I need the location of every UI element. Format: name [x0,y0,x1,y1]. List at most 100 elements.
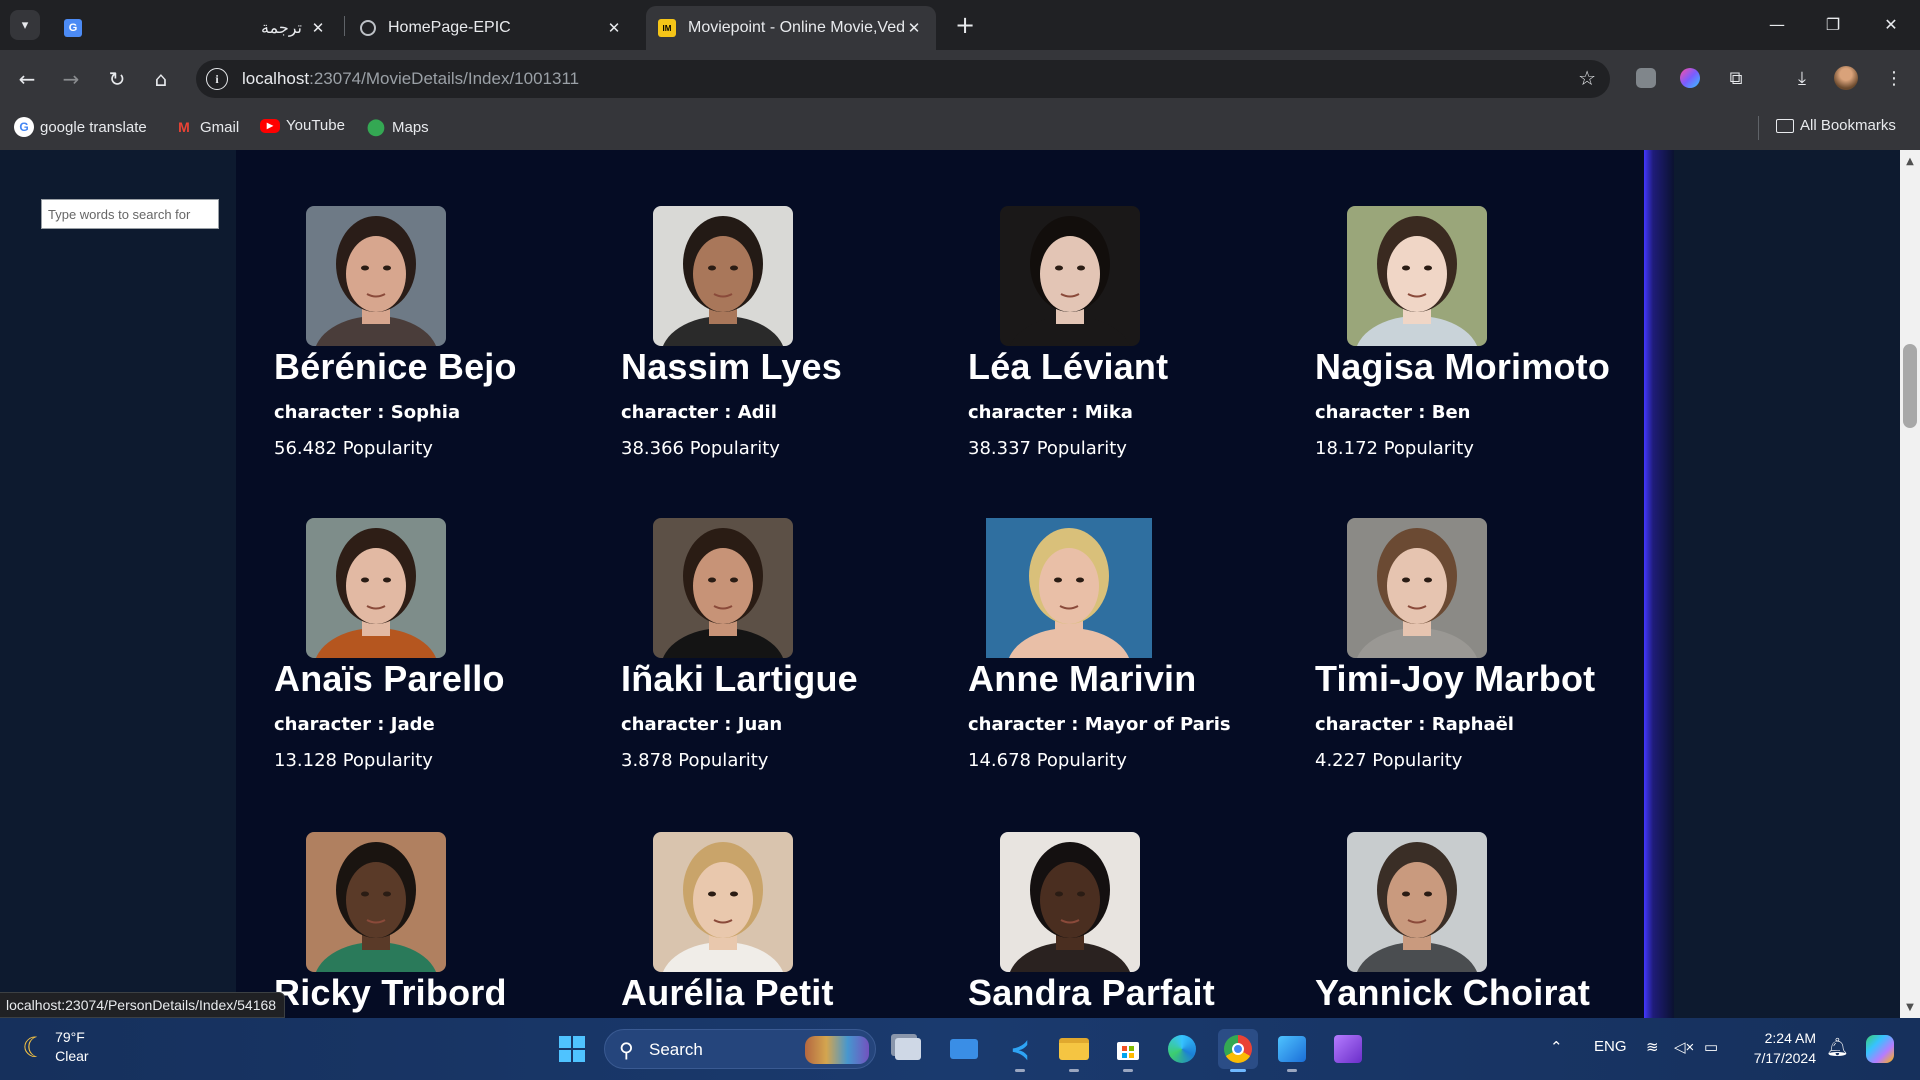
tab-moviepoint[interactable]: IM Moviepoint - Online Movie,Ved ✕ [646,6,936,50]
cast-name[interactable]: Nassim Lyes [621,346,842,388]
task-view-icon[interactable] [888,1029,928,1069]
volume-muted-icon[interactable]: ◁× [1674,1038,1694,1056]
tab-title: HomePage-EPIC [388,19,511,36]
tab-translate[interactable]: G ترجمة ✕ [52,6,340,50]
extensions-puzzle-icon[interactable]: ⧉ [1722,64,1750,92]
cast-photo[interactable] [1347,832,1487,972]
cast-card[interactable]: Ricky Tribord [274,832,594,1018]
tab-search-chevron-icon[interactable]: ▾ [10,10,40,40]
cast-photo[interactable] [1000,206,1140,346]
back-icon[interactable]: ← [12,64,42,94]
windows-start-icon[interactable] [552,1029,592,1069]
cast-name[interactable]: Bérénice Bejo [274,346,517,388]
cast-name[interactable]: Ricky Tribord [274,972,507,1014]
cast-card[interactable]: Timi-Joy Marbot character : Raphaël 4.227 … [1315,518,1635,788]
scroll-up-icon[interactable]: ▲ [1900,152,1920,170]
cast-card[interactable]: Anne Marivin character : Mayor of Paris 14… [968,518,1288,788]
close-tab-icon[interactable]: ✕ [904,19,924,37]
url-text[interactable]: localhost:23074/MovieDetails/Index/10013… [242,69,579,89]
bookmark-gmail[interactable]: M Gmail [174,117,239,137]
edge-icon[interactable] [1162,1029,1202,1069]
bookmark-google-translate[interactable]: G google translate [14,117,147,137]
cast-photo[interactable] [306,206,446,346]
close-tab-icon[interactable]: ✕ [604,19,624,37]
file-explorer-icon[interactable] [1054,1029,1094,1072]
language-indicator[interactable]: ENG [1594,1038,1627,1055]
home-icon[interactable]: ⌂ [146,64,176,94]
cast-card[interactable]: Bérénice Bejo character : Sophia 56.482 Po… [274,206,594,476]
cast-popularity: 14.678 Popularity [968,750,1127,771]
cast-card[interactable]: Iñaki Lartigue character : Juan 3.878 Popu… [621,518,941,788]
restore-icon[interactable]: ❐ [1810,6,1856,42]
microsoft-store-icon[interactable] [1108,1029,1148,1072]
cast-name[interactable]: Sandra Parfait [968,972,1215,1014]
cast-name[interactable]: Anaïs Parello [274,658,505,700]
cast-name[interactable]: Yannick Choirat [1315,972,1590,1014]
page-scrollbar[interactable] [1900,150,1920,1018]
link-status-tooltip: localhost:23074/PersonDetails/Index/5416… [0,992,286,1018]
battery-icon[interactable]: ▭ [1704,1038,1718,1056]
menu-kebab-icon[interactable]: ⋮ [1880,64,1908,92]
minimize-icon[interactable]: — [1754,6,1800,42]
address-bar[interactable]: i localhost:23074/MovieDetails/Index/100… [196,60,1610,98]
wifi-icon[interactable]: ≋ [1646,1038,1659,1056]
cast-name[interactable]: Aurélia Petit [621,972,834,1014]
cast-photo[interactable] [1347,518,1487,658]
cast-photo[interactable] [653,206,793,346]
search-input[interactable] [41,199,219,229]
cast-card[interactable]: Nassim Lyes character : Adil 38.366 Popula… [621,206,941,476]
photos-icon[interactable] [1272,1029,1312,1072]
forward-icon[interactable]: → [56,64,86,94]
cast-photo[interactable] [1347,206,1487,346]
cast-card[interactable]: Yannick Choirat [1315,832,1635,1018]
tab-homepage[interactable]: HomePage-EPIC ✕ [348,6,636,50]
cast-card[interactable]: Anaïs Parello character : Jade 13.128 Popu… [274,518,594,788]
copilot-extension-icon[interactable] [1676,64,1704,92]
site-info-icon[interactable]: i [206,68,228,90]
folder-icon [1776,118,1794,133]
close-tab-icon[interactable]: ✕ [308,19,328,37]
bookmark-star-icon[interactable]: ☆ [1578,66,1596,90]
profile-avatar[interactable] [1832,64,1860,92]
weather-widget[interactable]: ☾ 79°F Clear [22,1028,89,1066]
system-clock[interactable]: 2:24 AM 7/17/2024 [1744,1028,1816,1068]
cast-photo[interactable] [306,518,446,658]
cast-card[interactable]: Sandra Parfait [968,832,1288,1018]
download-icon[interactable]: ⤓ [1788,64,1816,92]
cast-photo[interactable] [1000,832,1140,972]
cast-card[interactable]: Aurélia Petit [621,832,941,1018]
mail-icon[interactable] [944,1029,984,1069]
reload-icon[interactable]: ↻ [102,64,132,94]
cast-name[interactable]: Timi-Joy Marbot [1315,658,1595,700]
bookmark-maps[interactable]: ⬤ Maps [366,117,429,137]
cast-name[interactable]: Iñaki Lartigue [621,658,858,700]
vscode-icon[interactable]: ≺ [1000,1029,1040,1072]
chrome-icon[interactable] [1218,1029,1258,1072]
scroll-down-icon[interactable]: ▼ [1900,998,1920,1016]
copilot-icon[interactable] [1860,1029,1900,1069]
cast-photo[interactable] [986,518,1152,658]
cast-name[interactable]: Nagisa Morimoto [1315,346,1610,388]
tray-overflow-chevron-icon[interactable]: ⌃ [1550,1038,1563,1056]
cast-card[interactable]: Léa Léviant character : Mika 38.337 Popula… [968,206,1288,476]
cast-name[interactable]: Anne Marivin [968,658,1196,700]
taskbar-search[interactable]: ⚲ Search [604,1029,876,1069]
cast-popularity: 38.337 Popularity [968,438,1127,459]
all-bookmarks[interactable]: All Bookmarks [1776,117,1896,134]
cast-photo[interactable] [653,518,793,658]
cast-name[interactable]: Léa Léviant [968,346,1168,388]
cast-card[interactable]: Nagisa Morimoto character : Ben 18.172 Pop… [1315,206,1635,476]
cast-character: character : Mika [968,402,1133,423]
right-panel [1674,150,1900,1018]
notification-bell-icon[interactable]: 🔔︎ [1826,1037,1849,1058]
cast-photo[interactable] [653,832,793,972]
windows-taskbar: ☾ 79°F Clear ⚲ Search ≺ ⌃ ENG ≋ ◁× ▭ 2:2… [0,1018,1920,1080]
bookmark-youtube[interactable]: ▶ YouTube [260,117,345,134]
cast-photo[interactable] [306,832,446,972]
extension-icon[interactable] [1632,64,1660,92]
close-window-icon[interactable]: ✕ [1868,6,1914,42]
cast-character: character : Sophia [274,402,461,423]
scrollbar-thumb[interactable] [1903,344,1917,428]
visual-studio-icon[interactable] [1328,1029,1368,1069]
new-tab-icon[interactable]: + [950,10,980,40]
